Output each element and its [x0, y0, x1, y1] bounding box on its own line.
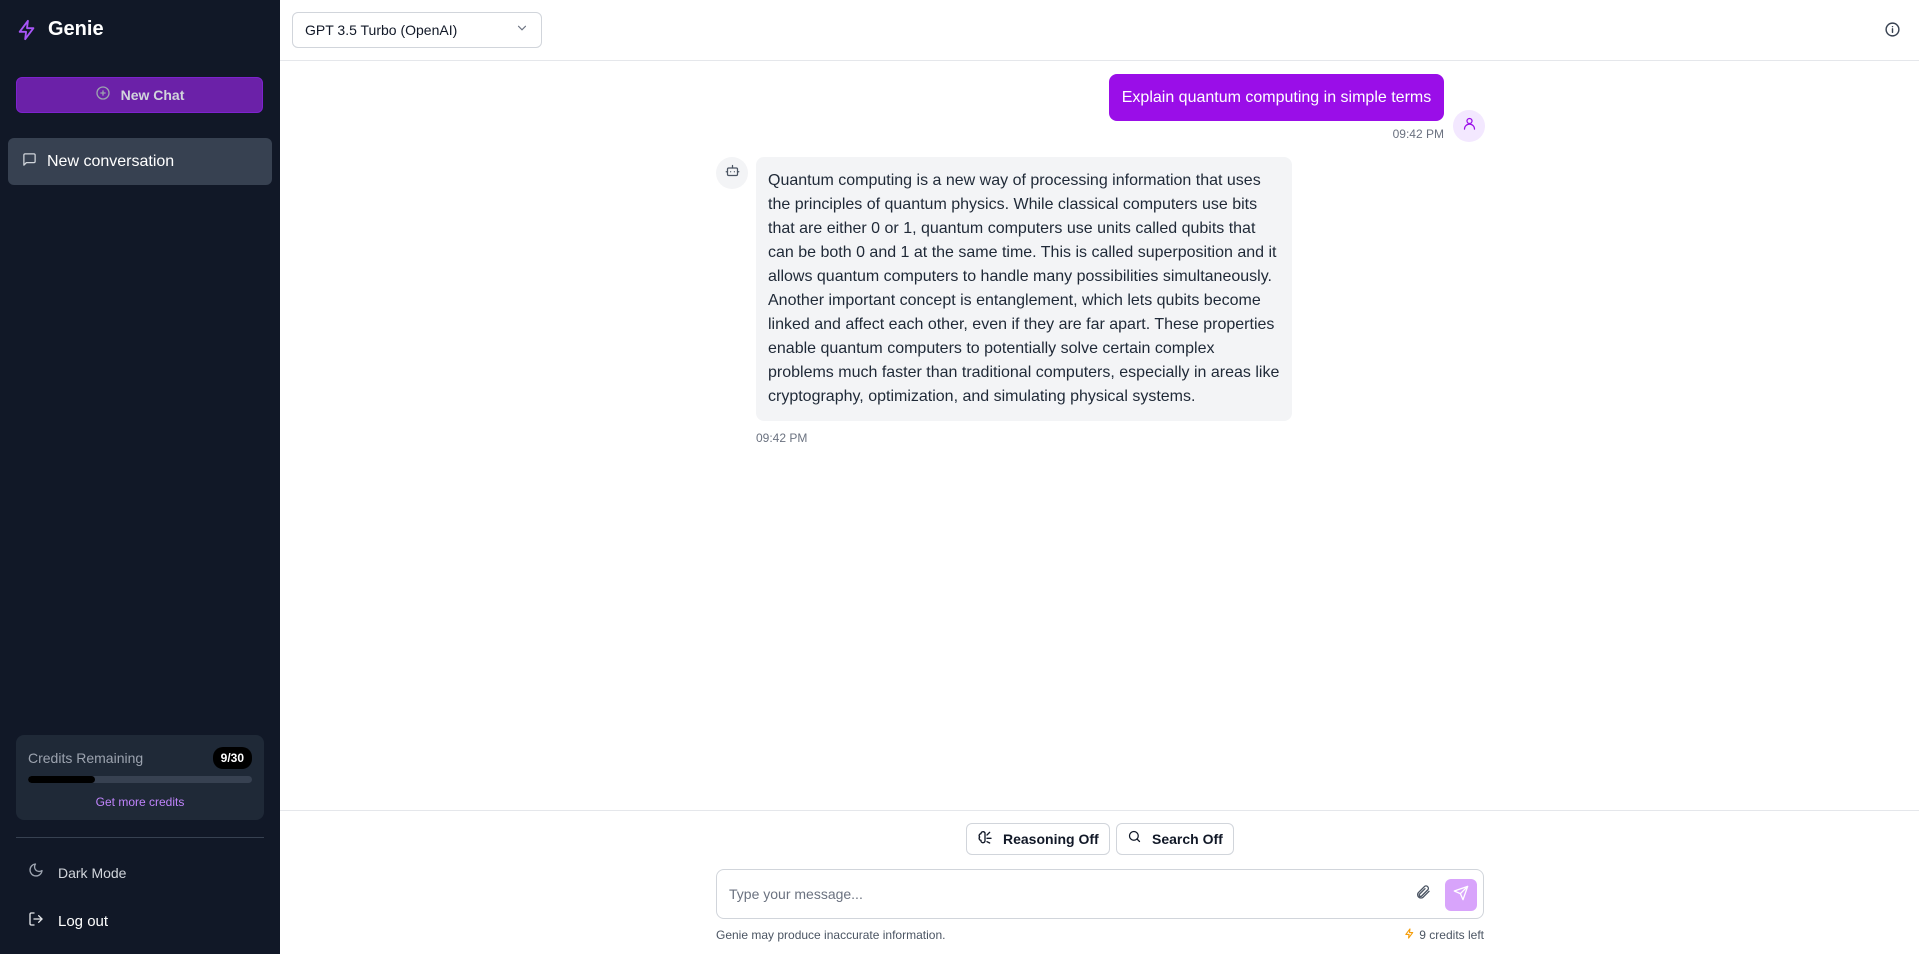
- new-chat-label: New Chat: [120, 87, 185, 103]
- brain-icon: [977, 829, 993, 850]
- reasoning-toggle-button[interactable]: Reasoning Off: [966, 823, 1110, 855]
- dark-mode-toggle[interactable]: Dark Mode: [28, 862, 126, 883]
- lightning-icon: [1404, 928, 1415, 942]
- credits-card: Credits Remaining 9/30 Get more credits: [16, 735, 264, 820]
- model-select-value: GPT 3.5 Turbo (OpenAI): [305, 22, 458, 38]
- lightning-icon: [16, 19, 38, 41]
- credits-title: Credits Remaining: [28, 750, 144, 766]
- send-icon: [1453, 885, 1469, 906]
- model-select[interactable]: GPT 3.5 Turbo (OpenAI): [292, 12, 542, 48]
- assistant-message-time: 09:42 PM: [756, 431, 808, 445]
- message-input[interactable]: [729, 880, 1389, 908]
- search-toggle-label: Search Off: [1152, 831, 1223, 847]
- assistant-message: Quantum computing is a new way of proces…: [756, 157, 1292, 421]
- paperclip-icon[interactable]: [1415, 884, 1431, 905]
- sidebar-divider: [16, 837, 264, 838]
- new-chat-button[interactable]: New Chat: [16, 77, 263, 113]
- credits-left-label: 9 credits left: [1419, 928, 1484, 942]
- moon-icon: [28, 862, 44, 883]
- chevron-down-icon: [515, 21, 529, 40]
- user-avatar: [1453, 110, 1485, 142]
- logout-button[interactable]: Log out: [28, 911, 108, 932]
- get-more-credits-link[interactable]: Get more credits: [16, 795, 264, 809]
- message-composer: [716, 869, 1484, 919]
- send-button[interactable]: [1445, 879, 1477, 911]
- search-icon: [1127, 829, 1142, 849]
- conversation-label: New conversation: [47, 152, 175, 170]
- credits-badge: 9/30: [212, 747, 252, 769]
- brand[interactable]: Genie: [16, 18, 104, 41]
- search-toggle-button[interactable]: Search Off: [1116, 823, 1234, 855]
- sidebar: Genie New Chat New conversation Credits …: [0, 0, 280, 954]
- message-square-icon: [22, 152, 37, 172]
- plus-circle-icon: [95, 85, 111, 106]
- user-message: Explain quantum computing in simple term…: [1109, 74, 1444, 121]
- reasoning-toggle-label: Reasoning Off: [1003, 831, 1099, 847]
- bot-icon: [725, 163, 740, 183]
- topbar: GPT 3.5 Turbo (OpenAI): [280, 0, 1919, 61]
- dark-mode-label: Dark Mode: [58, 864, 127, 881]
- user-message-time: 09:42 PM: [1392, 127, 1444, 141]
- credits-progress-bar: [28, 776, 252, 783]
- credits-left: 9 credits left: [1404, 928, 1484, 942]
- logout-icon: [28, 911, 44, 932]
- logout-label: Log out: [58, 913, 109, 930]
- assistant-avatar: [716, 157, 748, 189]
- user-icon: [1462, 116, 1477, 136]
- credits-progress-fill: [28, 776, 96, 783]
- conversation-item[interactable]: New conversation: [8, 138, 272, 185]
- composer-area: Reasoning Off Search Off Genie may produ…: [280, 810, 1919, 954]
- info-icon[interactable]: [1884, 21, 1901, 43]
- brand-name: Genie: [48, 18, 104, 40]
- disclaimer-text: Genie may produce inaccurate information…: [716, 928, 946, 942]
